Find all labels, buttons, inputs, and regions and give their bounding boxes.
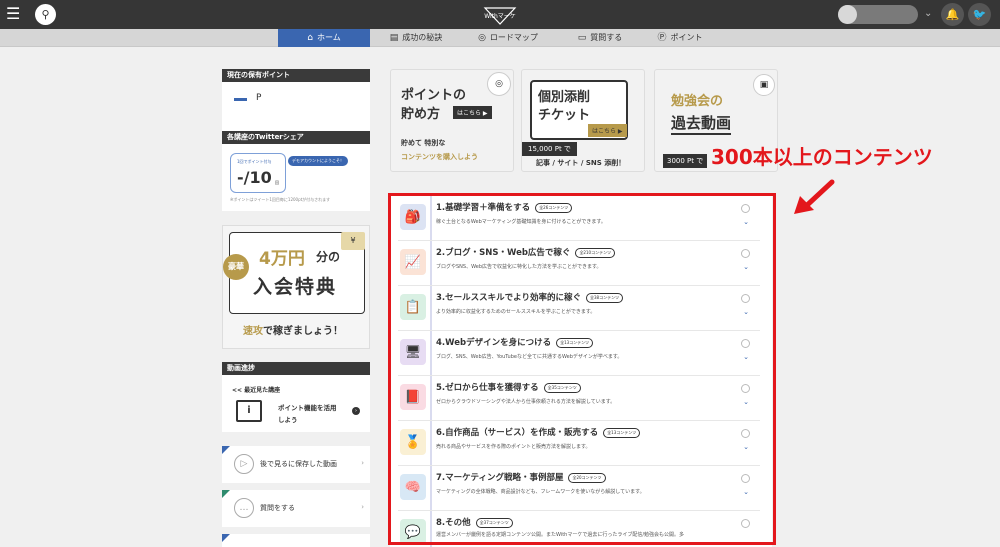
points-card: 現在の保有ポイント P: [222, 69, 370, 131]
chevron-right-icon: ›: [361, 503, 364, 511]
nav-label: 成功の秘訣: [402, 33, 443, 42]
promo-tag: 豪華: [223, 254, 249, 280]
banner-line-1: 個別添削: [538, 90, 591, 105]
site-logo[interactable]: Withマーケ: [481, 4, 519, 26]
promo-title: 入会特典: [253, 276, 338, 298]
promo-cta-text: で稼ぎましょう！: [263, 326, 343, 337]
nav-success-tips[interactable]: ▤ 成功の秘訣: [370, 29, 462, 47]
study-memo-link[interactable]: [222, 534, 370, 547]
chevron-right-icon: ›: [361, 459, 364, 467]
banner-line-2: 過去動画: [671, 112, 732, 135]
logo-text: Withマーケ: [484, 12, 516, 20]
avatar[interactable]: [838, 5, 857, 24]
corner-accent: [222, 446, 230, 454]
promo-cta-accent: 速攻: [243, 326, 263, 337]
nav-roadmap[interactable]: ◎ ロードマップ: [462, 29, 554, 47]
banner-line-4: 記事 / サイト / SNS 添削！: [536, 159, 626, 167]
main-nav: ⌂ ホーム ▤ 成功の秘訣 ◎ ロードマップ ▭ 質問する Ⓟ ポイント: [0, 29, 1000, 47]
banner-tag: はこちら ▶: [588, 124, 627, 137]
annotation-arrow-icon: [794, 179, 835, 214]
banner-line-2: チケット: [538, 108, 591, 123]
banner-line-3: 貯めて 特別な: [401, 139, 446, 147]
ask-question-label: 質問をする: [260, 504, 295, 512]
money-stack-icon: ¥: [341, 232, 365, 250]
nav-points[interactable]: Ⓟ ポイント: [640, 29, 720, 47]
points-header: 現在の保有ポイント: [222, 69, 370, 82]
coin-stack-icon: ◎: [487, 72, 511, 96]
highlight-box: [388, 193, 776, 545]
promo-suffix: 分の: [316, 250, 341, 264]
book-icon: ▤: [389, 33, 399, 43]
promo-amount: 4万円: [259, 249, 305, 269]
points-dash: [234, 98, 247, 101]
corner-accent: [222, 534, 230, 542]
share-note: ※ポイントはツイート1回目毎に1200ptが付与されます: [230, 197, 331, 202]
chat-icon: ▭: [577, 33, 587, 43]
chevron-down-icon[interactable]: ⌄: [924, 8, 932, 19]
speech-bubble-icon: …: [234, 498, 254, 518]
nav-label: ポイント: [670, 33, 703, 42]
banner-line-4: コンテンツを購入しよう: [401, 153, 478, 161]
recent-courses-link[interactable]: << 最近見た講座: [232, 385, 280, 394]
top-bar: ☰ ⚲ Withマーケ ⌄ 🔔 🐦: [0, 0, 1000, 29]
banner-line-1: 勉強会の: [671, 94, 724, 109]
book-info-icon: i: [236, 400, 262, 422]
banner-line-2: 貯め方: [401, 107, 441, 122]
nav-label: ホーム: [316, 33, 341, 42]
recent-course-title-2[interactable]: しよう: [278, 414, 298, 424]
share-caption: 1回でポイント付与: [237, 159, 272, 164]
video-camera-icon: ▣: [753, 74, 775, 96]
annotation-text: 300本以上のコンテンツ: [711, 145, 933, 169]
corner-accent: [222, 490, 230, 498]
nav-ask-question[interactable]: ▭ 質問する: [554, 29, 646, 47]
watch-later-label: 後で見るに保存した動画: [260, 460, 337, 468]
key-search-icon[interactable]: ⚲: [35, 4, 56, 25]
progress-header: 動画進捗: [222, 362, 370, 375]
banner-line-3: 3000 Pt で: [663, 154, 708, 168]
share-unit: 回: [275, 180, 279, 185]
ask-question-link[interactable]: … 質問をする ›: [222, 490, 370, 527]
bell-icon[interactable]: 🔔: [941, 3, 964, 26]
video-progress-card: 動画進捗 << 最近見た講座 i ポイント機能を活用 しよう ›: [222, 362, 370, 432]
arrow-right-icon[interactable]: ›: [352, 407, 360, 415]
nav-home[interactable]: ⌂ ホーム: [278, 29, 370, 47]
join-bonus-banner[interactable]: 豪華 4万円 分の 入会特典 ¥ 速攻で稼ぎましょう！: [222, 225, 370, 349]
banner-line-3: 15,000 Pt で: [522, 142, 577, 156]
nav-label: ロードマップ: [489, 33, 538, 42]
promo-cta: 速攻で稼ぎましょう！: [243, 322, 343, 337]
points-unit: P: [256, 93, 262, 103]
review-ticket-banner[interactable]: 個別添削 チケット はこちら ▶ 15,000 Pt で 記事 / サイト / …: [521, 69, 645, 172]
points-guide-banner[interactable]: ポイントの 貯め方 はこちら ▶ 貯めて 特別な コンテンツを購入しよう ◎: [390, 69, 514, 172]
watch-later-link[interactable]: ▷ 後で見るに保存した動画 ›: [222, 446, 370, 483]
play-icon: ▷: [234, 454, 254, 474]
welcome-bubble: デモアカウントにようこそ！: [288, 156, 348, 166]
banner-tag: はこちら ▶: [453, 106, 492, 119]
share-value: -/10: [237, 168, 272, 187]
twitter-share-header: 各講座のTwitterシェア: [222, 131, 370, 144]
nav-label: 質問する: [590, 33, 623, 42]
map-pin-icon: ◎: [478, 33, 486, 43]
home-icon: ⌂: [307, 33, 313, 43]
twitter-share-card: 各講座のTwitterシェア 1回でポイント付与 -/10 回 デモアカウントに…: [222, 131, 370, 211]
point-coin-icon: Ⓟ: [657, 33, 667, 43]
hamburger-menu-icon[interactable]: ☰: [6, 6, 22, 22]
banner-line-1: ポイントの: [401, 88, 467, 103]
recent-course-title-1[interactable]: ポイント機能を活用: [278, 402, 337, 412]
twitter-bird-icon[interactable]: 🐦: [968, 3, 991, 26]
share-counter: 1回でポイント付与 -/10 回: [230, 153, 286, 193]
